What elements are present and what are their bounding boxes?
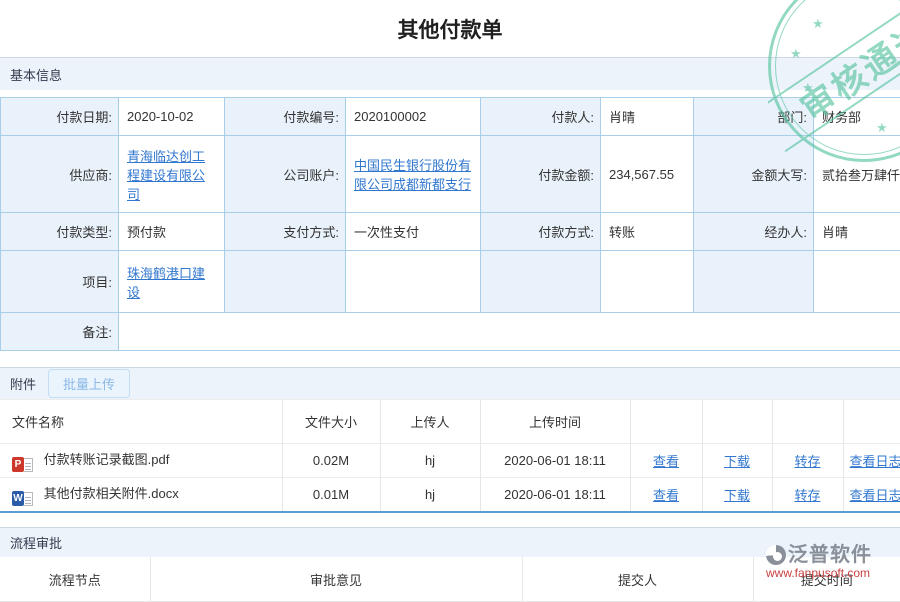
pay-method-label: 支付方式: (225, 213, 346, 251)
payment-mode-label: 付款方式: (481, 213, 601, 251)
col-approval-opinion: 审批意见 (150, 557, 522, 602)
section-workflow-bar: 流程审批 (0, 527, 900, 557)
empty-value-cell (346, 251, 481, 313)
remark-value (119, 313, 900, 351)
file-name: 其他付款相关附件.docx (44, 486, 179, 501)
watermark-brand: 泛普软件 (788, 545, 872, 565)
word-file-icon: W (12, 491, 33, 506)
empty-value-cell (814, 251, 900, 313)
view-log-link[interactable]: 查看日志 (850, 454, 900, 469)
file-uploader: hj (380, 444, 480, 478)
payment-no-value: 2020100002 (346, 98, 481, 136)
amount-words-label: 金额大写: (694, 136, 814, 213)
department-value: 财务部 (814, 98, 900, 136)
company-account-link[interactable]: 中国民生银行股份有限公司成都新都支行 (354, 158, 471, 192)
section-attachments-title: 附件 (10, 374, 36, 393)
attachments-header-row: 文件名称 文件大小 上传人 上传时间 (0, 400, 900, 444)
col-uploader: 上传人 (380, 400, 480, 444)
col-action-empty (843, 400, 900, 444)
company-account-label: 公司账户: (225, 136, 346, 213)
col-flow-node: 流程节点 (0, 557, 150, 602)
section-workflow-title: 流程审批 (10, 533, 62, 552)
workflow-table: 流程节点 审批意见 提交人 提交时间 (0, 557, 900, 602)
col-action-empty (630, 400, 702, 444)
amount-words-value: 贰拾叁万肆仟 (814, 136, 900, 213)
payment-mode-value: 转账 (601, 213, 694, 251)
pay-method-value: 一次性支付 (346, 213, 481, 251)
file-size: 0.02M (282, 444, 380, 478)
amount-value: 234,567.55 (601, 136, 694, 213)
table-row: 供应商: 青海临达创工程建设有限公司 公司账户: 中国民生银行股份有限公司成都新… (1, 136, 900, 213)
payment-date-label: 付款日期: (1, 98, 119, 136)
amount-label: 付款金额: (481, 136, 601, 213)
payment-no-label: 付款编号: (225, 98, 346, 136)
table-row: 付款类型: 预付款 支付方式: 一次性支付 付款方式: 转账 经办人: 肖晴 (1, 213, 900, 251)
payment-date-value: 2020-10-02 (119, 98, 225, 136)
supplier-label: 供应商: (1, 136, 119, 213)
file-upload-time: 2020-06-01 18:11 (480, 444, 630, 478)
view-link[interactable]: 查看 (653, 454, 679, 469)
col-action-empty (772, 400, 843, 444)
view-link[interactable]: 查看 (653, 488, 679, 503)
transfer-link[interactable]: 转存 (794, 454, 820, 469)
col-upload-time: 上传时间 (480, 400, 630, 444)
col-submitter: 提交人 (522, 557, 753, 602)
empty-label-cell (225, 251, 346, 313)
file-size: 0.01M (282, 478, 380, 513)
file-row: P 付款转账记录截图.pdf 0.02M hj 2020-06-01 18:11… (0, 444, 900, 478)
download-link[interactable]: 下载 (724, 454, 750, 469)
handler-label: 经办人: (694, 213, 814, 251)
batch-upload-button[interactable]: 批量上传 (48, 369, 130, 398)
table-row: 备注: (1, 313, 900, 351)
empty-value-cell (601, 251, 694, 313)
payer-label: 付款人: (481, 98, 601, 136)
supplier-link[interactable]: 青海临达创工程建设有限公司 (127, 149, 205, 202)
watermark-url: www.fanpusoft.com (766, 567, 872, 579)
project-link[interactable]: 珠海鹤港口建设 (127, 266, 205, 300)
section-basic-info-bar: 基本信息 (0, 57, 900, 90)
table-row: 项目: 珠海鹤港口建设 (1, 251, 900, 313)
col-file-name: 文件名称 (0, 400, 282, 444)
project-label: 项目: (1, 251, 119, 313)
col-file-size: 文件大小 (282, 400, 380, 444)
view-log-link[interactable]: 查看日志 (850, 488, 900, 503)
section-attachments-bar: 附件 批量上传 (0, 367, 900, 399)
remark-label: 备注: (1, 313, 119, 351)
basic-info-table: 付款日期: 2020-10-02 付款编号: 2020100002 付款人: 肖… (0, 97, 900, 351)
workflow-header-row: 流程节点 审批意见 提交人 提交时间 (0, 557, 900, 602)
transfer-link[interactable]: 转存 (794, 488, 820, 503)
vendor-watermark: 泛普软件 www.fanpusoft.com (766, 545, 872, 579)
empty-label-cell (694, 251, 814, 313)
pdf-file-icon: P (12, 457, 33, 472)
empty-label-cell (481, 251, 601, 313)
col-action-empty (702, 400, 772, 444)
handler-value: 肖晴 (814, 213, 900, 251)
file-upload-time: 2020-06-01 18:11 (480, 478, 630, 513)
page-title: 其他付款单 (0, 0, 900, 46)
file-row: W 其他付款相关附件.docx 0.01M hj 2020-06-01 18:1… (0, 478, 900, 513)
department-label: 部门: (694, 98, 814, 136)
download-link[interactable]: 下载 (724, 488, 750, 503)
payment-type-label: 付款类型: (1, 213, 119, 251)
payer-value: 肖晴 (601, 98, 694, 136)
file-name: 付款转账记录截图.pdf (44, 452, 170, 467)
fanpu-logo-icon (766, 545, 786, 565)
file-uploader: hj (380, 478, 480, 513)
payment-type-value: 预付款 (119, 213, 225, 251)
section-basic-info-title: 基本信息 (10, 65, 62, 84)
attachments-table: 文件名称 文件大小 上传人 上传时间 P 付款转账记录截图.pdf 0.02M … (0, 399, 900, 513)
table-row: 付款日期: 2020-10-02 付款编号: 2020100002 付款人: 肖… (1, 98, 900, 136)
